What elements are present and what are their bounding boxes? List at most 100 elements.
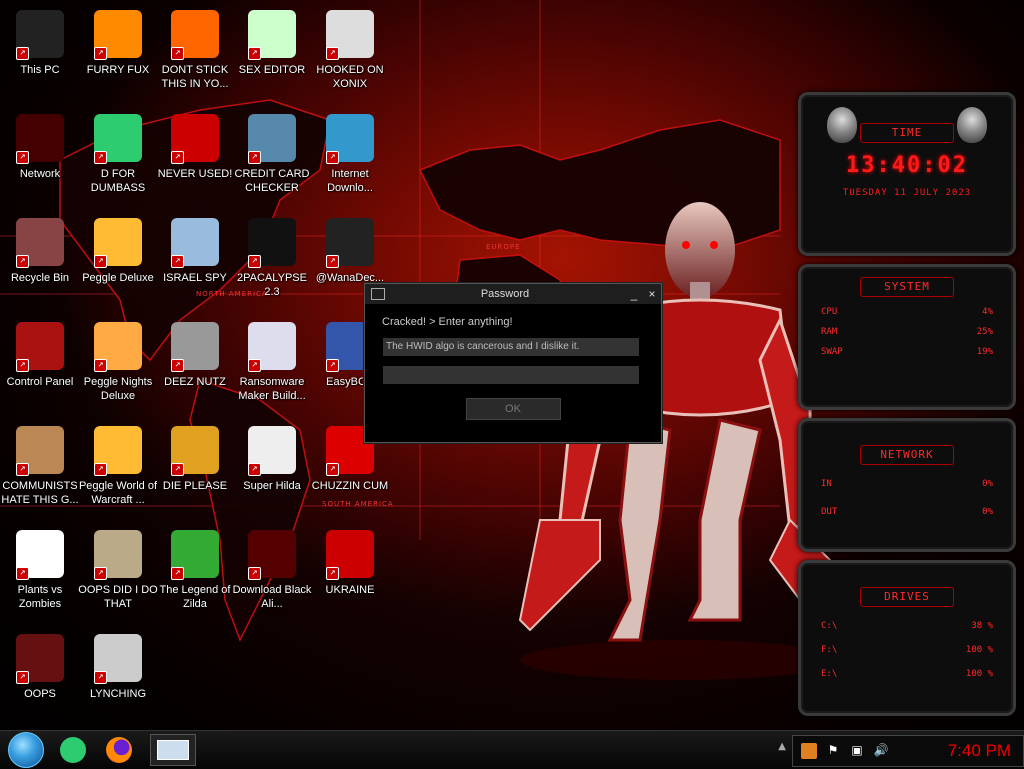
minimize-button[interactable]: _ xyxy=(625,287,643,301)
shortcut-arrow-icon: ↗ xyxy=(16,463,29,476)
desktop-icon[interactable]: ↗ Download Black Ali... xyxy=(232,524,312,624)
desktop-icon[interactable]: ↗ CREDIT CARD CHECKER xyxy=(232,108,312,208)
desktop-icon[interactable]: ↗ ISRAEL SPY xyxy=(155,212,235,312)
drive-row-value: 100 % xyxy=(965,645,993,655)
shortcut-arrow-icon: ↗ xyxy=(16,359,29,372)
taskbar-app-firefox[interactable] xyxy=(102,735,136,765)
network-widget-title: NETWORK xyxy=(860,445,954,465)
password-input[interactable] xyxy=(383,366,639,384)
system-row-label: SWAP xyxy=(821,347,843,357)
desktop-icon-label: Internet Downlo... xyxy=(327,168,373,194)
shortcut-arrow-icon: ↗ xyxy=(171,255,184,268)
shortcut-arrow-icon: ↗ xyxy=(94,151,107,164)
window-app-icon xyxy=(371,288,385,300)
drive-row-f: F:\ 100 % xyxy=(801,645,1013,655)
taskbar-app-window[interactable] xyxy=(150,734,196,766)
recycle-bin-icon: ↗ xyxy=(16,218,64,268)
drive-row-label: E:\ xyxy=(821,669,838,679)
tray-overflow-chevron-icon[interactable]: ▲ xyxy=(778,741,786,752)
taskbar-app-chat[interactable] xyxy=(56,735,90,765)
dev-cpp-icon: ↗ xyxy=(171,114,219,164)
system-row-swap: SWAP 19% xyxy=(801,347,1013,357)
shortcut-arrow-icon: ↗ xyxy=(94,463,107,476)
skull-box-icon: ↗ xyxy=(16,634,64,684)
desktop-icon[interactable]: ↗ Plants vs Zombies xyxy=(0,524,80,624)
shortcut-arrow-icon: ↗ xyxy=(171,567,184,580)
desktop-icon-label: Recycle Bin xyxy=(10,272,70,284)
desktop-icon-label: Peggle Nights Deluxe xyxy=(83,376,153,402)
desktop-icon[interactable]: ↗ 2PACALYPSE 2.3 xyxy=(232,212,312,312)
chat-bubble-icon xyxy=(60,737,86,763)
shortcut-arrow-icon: ↗ xyxy=(16,255,29,268)
desktop-icon[interactable]: ↗ LYNCHING xyxy=(78,628,158,728)
shortcut-arrow-icon: ↗ xyxy=(248,463,261,476)
desktop-icon[interactable]: ↗ UKRAINE xyxy=(310,524,390,624)
desktop-icon[interactable]: ↗ The Legend of Zilda xyxy=(155,524,235,624)
desktop-icon[interactable]: ↗ Peggle Deluxe xyxy=(78,212,158,312)
close-button[interactable]: × xyxy=(643,287,661,301)
desktop-icon[interactable]: ↗ Ransomware Maker Build... xyxy=(232,316,312,416)
desktop-icon-label: LYNCHING xyxy=(89,688,147,700)
firefox-icon xyxy=(106,737,132,763)
desktop-icon[interactable]: ↗ DONT STICK THIS IN YO... xyxy=(155,4,235,104)
system-tray: ⚑ ▣ 🔊 7:40 PM xyxy=(792,735,1024,767)
desktop-icon-label: Super Hilda xyxy=(243,480,301,492)
volume-icon[interactable]: 🔊 xyxy=(873,743,889,759)
taskbar: ⚑ ▣ 🔊 7:40 PM ▲ xyxy=(0,730,1024,769)
desktop-icon[interactable]: ↗ D FOR DUMBASS xyxy=(78,108,158,208)
desktop-icon-label: Network xyxy=(19,168,61,180)
tray-app-icon[interactable] xyxy=(801,743,817,759)
system-row-value: 4% xyxy=(982,307,993,317)
desktop-icon[interactable]: ↗ HOOKED ON XONIX xyxy=(310,4,390,104)
peggle-icon: ↗ xyxy=(94,218,142,268)
desktop-icon-label: OOPS DID I DO THAT xyxy=(78,584,158,610)
dialog-message: Cracked! > Enter anything! xyxy=(382,316,513,328)
desktop-icon[interactable]: ↗ OOPS DID I DO THAT xyxy=(78,524,158,624)
shortcut-arrow-icon: ↗ xyxy=(171,151,184,164)
desktop-icon-label: Peggle World of Warcraft ... xyxy=(78,480,158,506)
desktop-icon[interactable]: ↗ Super Hilda xyxy=(232,420,312,520)
desktop-icon[interactable]: ↗ FURRY FUX xyxy=(78,4,158,104)
desktop-icon[interactable]: ↗ Internet Downlo... xyxy=(310,108,390,208)
desktop-icon-label: DONT STICK THIS IN YO... xyxy=(161,64,229,90)
drive-row-e: E:\ 100 % xyxy=(801,669,1013,679)
shortcut-arrow-icon: ↗ xyxy=(326,359,339,372)
drive-row-value: 100 % xyxy=(965,669,993,679)
desktop-icon-label: This PC xyxy=(20,64,60,76)
desktop-icon[interactable]: ↗ This PC xyxy=(0,4,80,104)
shortcut-arrow-icon: ↗ xyxy=(16,47,29,60)
network-row-in: IN 0% xyxy=(801,479,1013,489)
desktop-icon[interactable]: ↗ Recycle Bin xyxy=(0,212,80,312)
shortcut-arrow-icon: ↗ xyxy=(326,255,339,268)
desktop-icon-label: Peggle Deluxe xyxy=(82,272,154,284)
desktop-icon[interactable]: ↗ OOPS xyxy=(0,628,80,728)
desktop-icon[interactable]: ↗ NEVER USED! xyxy=(155,108,235,208)
shortcut-arrow-icon: ↗ xyxy=(171,359,184,372)
desktop-icon[interactable]: ↗ SEX EDITOR xyxy=(232,4,312,104)
dialog-title: Password xyxy=(480,288,530,300)
network-row-value: 0% xyxy=(982,507,993,517)
tray-clock[interactable]: 7:40 PM xyxy=(948,741,1011,761)
alien-icon xyxy=(827,107,857,143)
desktop-icon[interactable]: ↗ Control Panel xyxy=(0,316,80,416)
de-icon: ↗ xyxy=(171,426,219,476)
desktop-icon[interactable]: ↗ DIE PLEASE xyxy=(155,420,235,520)
start-button[interactable] xyxy=(8,732,44,768)
password-dialog: Password _ × Cracked! > Enter anything! … xyxy=(364,283,662,443)
system-row-cpu: CPU 4% xyxy=(801,307,1013,317)
desktop-icon[interactable]: ↗ COMMUNISTS HATE THIS G... xyxy=(0,420,80,520)
action-center-flag-icon[interactable]: ⚑ xyxy=(825,743,841,759)
desktop-icon[interactable]: ↗ Peggle Nights Deluxe xyxy=(78,316,158,416)
ok-button[interactable]: OK xyxy=(465,398,561,420)
desktop-icon-label: SEX EDITOR xyxy=(238,64,306,76)
desktop-icon[interactable]: ↗ Peggle World of Warcraft ... xyxy=(78,420,158,520)
drive-row-value: 38 % xyxy=(971,621,993,631)
shortcut-arrow-icon: ↗ xyxy=(326,567,339,580)
desktop-icon[interactable]: ↗ Network xyxy=(0,108,80,208)
desktop-icon[interactable]: ↗ DEEZ NUTZ xyxy=(155,316,235,416)
window-preview-icon xyxy=(157,740,189,760)
network-tray-icon[interactable]: ▣ xyxy=(849,743,865,759)
system-row-ram: RAM 25% xyxy=(801,327,1013,337)
dialog-titlebar[interactable]: Password _ × xyxy=(365,284,661,304)
hwid-text-field[interactable]: The HWID algo is cancerous and I dislike… xyxy=(383,338,639,356)
